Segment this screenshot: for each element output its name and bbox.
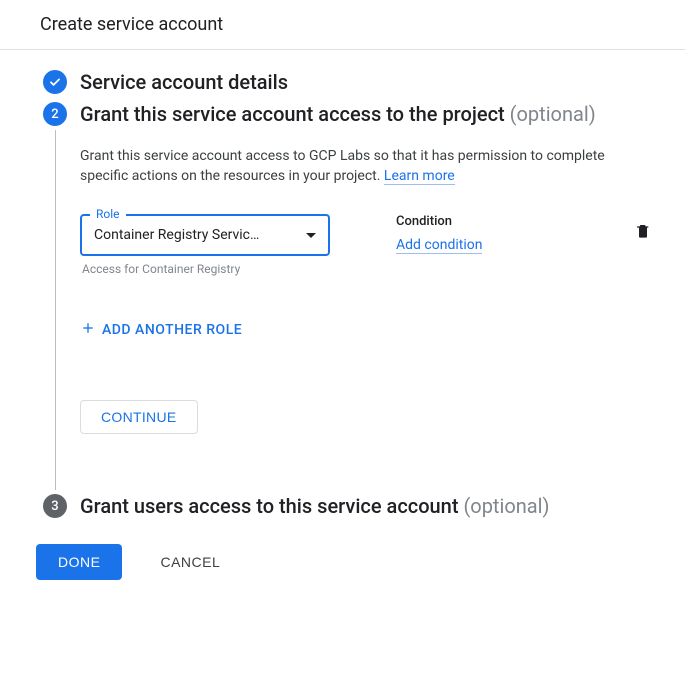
plus-icon <box>80 320 96 340</box>
step-3-optional-label: (optional) <box>463 494 549 518</box>
step-3-title[interactable]: Grant users access to this service accou… <box>80 492 661 520</box>
role-helper-text: Access for Container Registry <box>80 262 330 276</box>
step-2-title: Grant this service account access to the… <box>80 100 661 128</box>
role-value: Container Registry Servic… <box>94 227 306 243</box>
step-2-badge: 2 <box>43 102 67 126</box>
step-2-description: Grant this service account access to GCP… <box>80 146 650 186</box>
done-button[interactable]: DONE <box>36 544 122 580</box>
delete-role-button[interactable] <box>635 228 651 244</box>
add-condition-link[interactable]: Add condition <box>396 237 482 254</box>
continue-button[interactable]: CONTINUE <box>80 400 198 434</box>
trash-icon <box>635 222 651 240</box>
role-select[interactable]: Role Container Registry Servic… <box>80 214 330 256</box>
chevron-down-icon <box>306 233 316 238</box>
condition-label: Condition <box>396 214 482 229</box>
page-title: Create service account <box>0 0 685 50</box>
step-3-badge: 3 <box>43 494 67 518</box>
step-1-check-icon <box>43 70 67 94</box>
step-1-title[interactable]: Service account details <box>80 68 661 96</box>
step-2-optional-label: (optional) <box>510 102 596 126</box>
add-another-role-button[interactable]: ADD ANOTHER ROLE <box>80 320 242 340</box>
role-field-label: Role <box>90 207 126 221</box>
learn-more-link[interactable]: Learn more <box>384 168 455 185</box>
cancel-button[interactable]: CANCEL <box>154 553 226 571</box>
